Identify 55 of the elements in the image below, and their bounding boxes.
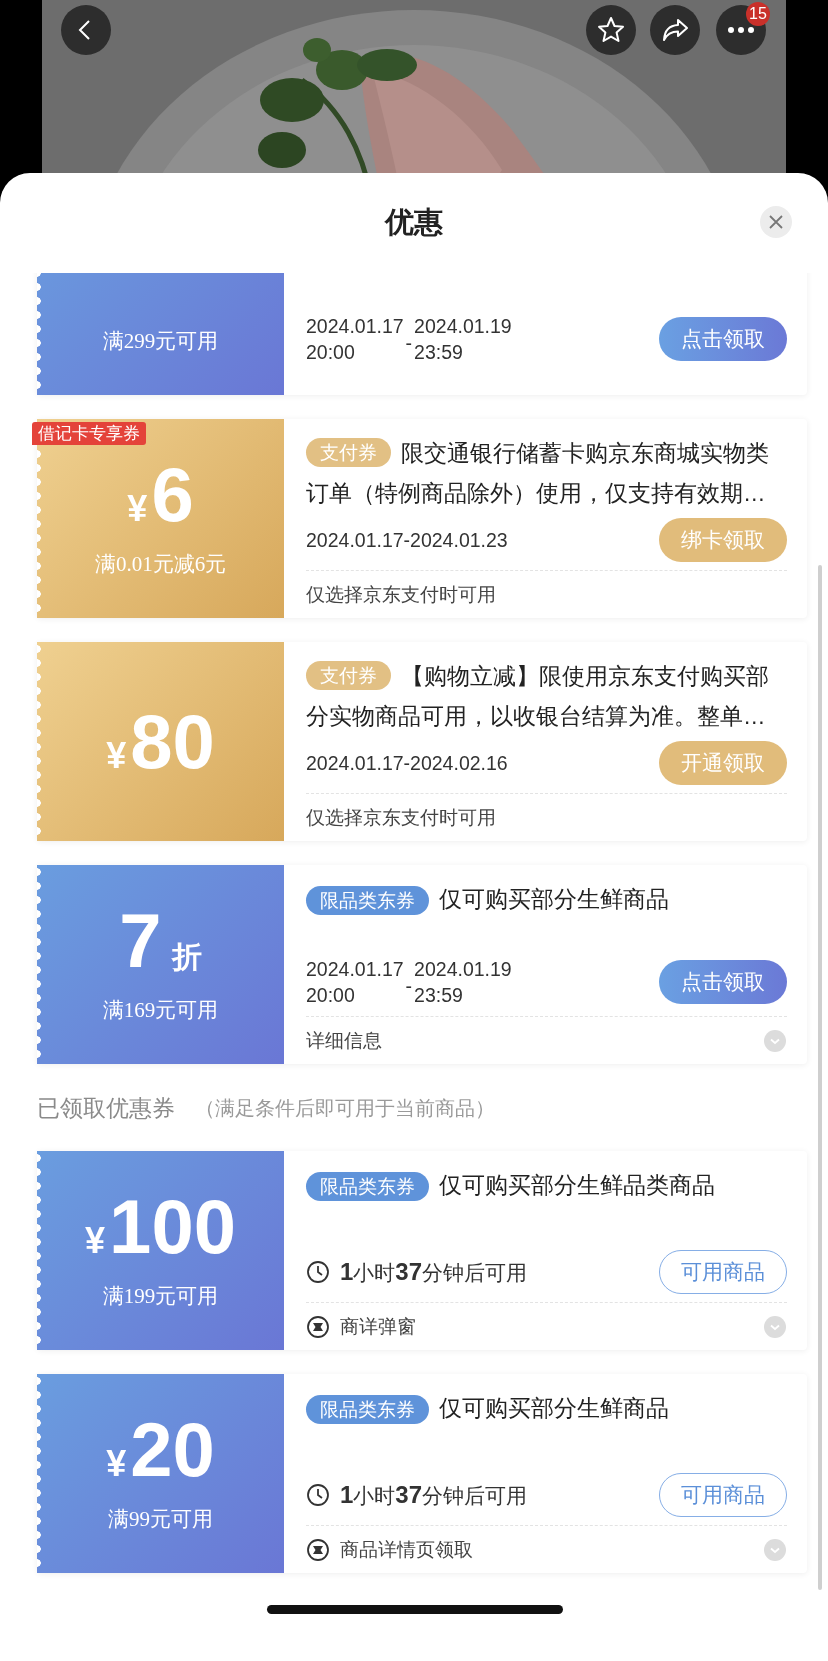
coupon-note: 商品详情页领取 — [340, 1537, 473, 1562]
coupon-description: 支付券 限交通银行储蓄卡购京东商城实物类订单（特例商品除外）使用，仅支持有效期… — [306, 419, 787, 514]
validity-period: 2024.01.17-2024.02.16 — [306, 751, 508, 775]
coupon-condition: 满169元可用 — [102, 996, 219, 1024]
coupon-note: 商详弹窗 — [340, 1314, 416, 1339]
section-note: （满足条件后即可用于当前商品） — [195, 1096, 495, 1121]
clock-icon — [306, 1483, 330, 1507]
coupon-tag: 限品类东券 — [306, 1394, 429, 1424]
close-icon — [768, 214, 784, 230]
date-separator: - — [405, 974, 413, 999]
coupon-condition: 满299元可用 — [102, 327, 219, 355]
availability-countdown: 1小时37分钟后可用 — [340, 1480, 528, 1510]
start-time: 20:00 — [306, 983, 356, 1008]
end-time: 23:59 — [414, 983, 464, 1008]
end-time: 23:59 — [414, 340, 464, 365]
coupon-note: 仅选择京东支付时可用 — [306, 582, 496, 607]
coupon-note: 仅选择京东支付时可用 — [306, 805, 496, 830]
coupon-tag: 限品类东券 — [306, 1171, 429, 1201]
coupon-condition: 满199元可用 — [102, 1282, 219, 1310]
section-title: 已领取优惠券 — [37, 1094, 175, 1123]
start-date: 2024.01.17 — [306, 314, 404, 339]
coupon-condition: 满0.01元减6元 — [94, 550, 227, 578]
star-icon — [596, 15, 626, 45]
claim-button[interactable]: 点击领取 — [659, 317, 787, 361]
ticket-icon — [306, 1537, 330, 1562]
coupon-description: 仅可购买部分生鲜商品 — [439, 1395, 669, 1423]
date-separator: - — [405, 331, 413, 356]
end-date: 2024.01.19 — [414, 957, 512, 982]
claim-button[interactable]: 绑卡领取 — [659, 518, 787, 562]
coupon-amount: ¥80 — [106, 706, 215, 777]
availability-countdown: 1小时37分钟后可用 — [340, 1257, 528, 1287]
coupon-description: 支付券 【购物立减】限使用京东支付购买部分实物商品可用，以收银台结算为准。整单… — [306, 642, 787, 737]
coupon-amount: 7 折 — [119, 905, 202, 976]
claim-button[interactable]: 点击领取 — [659, 960, 787, 1004]
more-icon — [727, 26, 755, 34]
coupon-description: 仅可购买部分生鲜商品 — [439, 886, 669, 914]
clock-icon — [306, 1260, 330, 1284]
claim-button[interactable]: 可用商品 — [659, 1473, 787, 1517]
coupon-tag: 限品类东券 — [306, 885, 429, 915]
close-button[interactable] — [760, 206, 792, 238]
coupon-amount: ¥100 — [85, 1191, 236, 1262]
sheet-title: 优惠 — [385, 205, 443, 240]
coupon-note: 详细信息 — [306, 1028, 382, 1053]
end-date: 2024.01.19 — [414, 314, 512, 339]
claim-button[interactable]: 可用商品 — [659, 1250, 787, 1294]
validity-period: 2024.01.17-2024.01.23 — [306, 528, 508, 552]
coupon-description: 仅可购买部分生鲜品类商品 — [439, 1172, 715, 1200]
coupon-amount: ¥20 — [106, 1414, 215, 1485]
start-time: 20:00 — [306, 340, 356, 365]
exclusive-ribbon: 借记卡专享券 — [32, 422, 146, 445]
coupon-amount: ¥6 — [127, 459, 194, 530]
ticket-icon — [306, 1314, 330, 1339]
start-date: 2024.01.17 — [306, 957, 404, 982]
claim-button[interactable]: 开通领取 — [659, 741, 787, 785]
coupon-condition: 满99元可用 — [108, 1505, 213, 1533]
